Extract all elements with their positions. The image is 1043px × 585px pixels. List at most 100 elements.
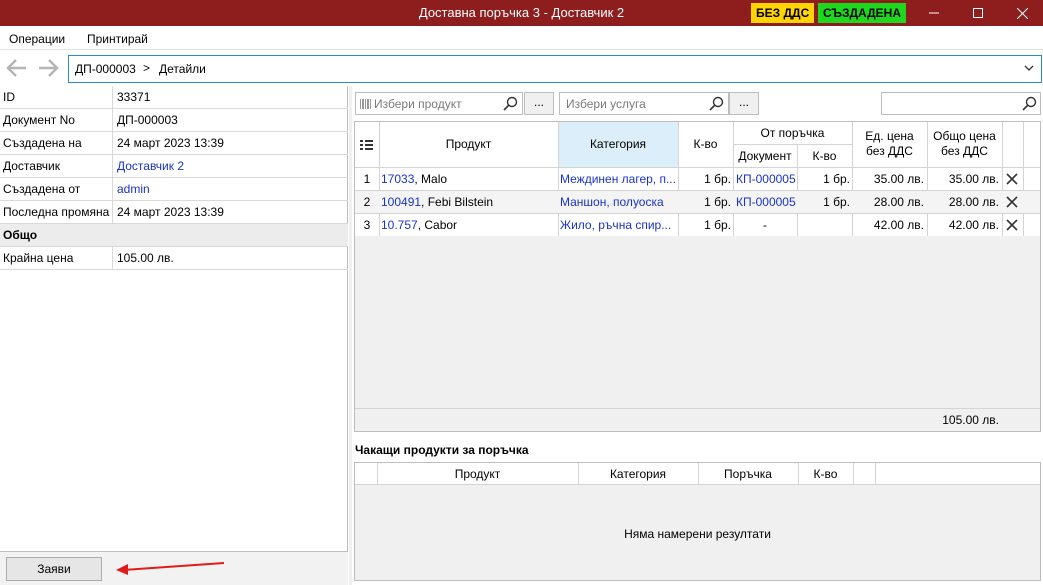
document-link[interactable]: КП-000005	[736, 195, 797, 209]
group-title: Общо	[3, 228, 38, 242]
detail-label: Документ No	[3, 113, 75, 127]
product-code-link[interactable]: 17033	[381, 172, 414, 186]
qty-cell[interactable]: 1 бр.	[678, 218, 731, 232]
order-qty-cell: 1 бр.	[823, 195, 850, 209]
submit-order-button[interactable]: Заяви	[6, 557, 102, 581]
maximize-icon	[973, 8, 983, 18]
header-product[interactable]: Продукт	[379, 137, 558, 152]
minimize-button[interactable]	[912, 0, 956, 26]
unit-price-cell[interactable]: 28.00 лв.	[852, 195, 924, 209]
header-total-price-line2: без ДДС	[941, 144, 988, 158]
breadcrumb[interactable]: ДП-000003 > Детайли	[68, 55, 1042, 83]
total-price-cell: 35.00 лв.	[948, 172, 999, 186]
header-category[interactable]: Категория	[558, 137, 678, 152]
breadcrumb-document[interactable]: ДП-000003	[75, 62, 136, 76]
supplier-link[interactable]: Доставчик 2	[117, 159, 184, 173]
menu-operations[interactable]: Операции	[7, 26, 67, 50]
detail-label: Крайна цена	[3, 251, 74, 265]
product-name: , Cabor	[417, 218, 458, 232]
detail-label: Доставчик	[3, 159, 61, 173]
details-panel: ID 33371 Документ No ДП-000003 Създадена…	[0, 86, 348, 585]
delete-row-icon[interactable]	[1006, 219, 1018, 231]
table-row[interactable]: 2 100491, Febi Bilstein Маншон, полуоска…	[355, 191, 1040, 213]
chevron-down-icon[interactable]	[1023, 61, 1035, 75]
row-number: 1	[363, 172, 371, 186]
header-qty[interactable]: К-во	[678, 137, 733, 152]
header-total-price[interactable]: Общо цена без ДДС	[927, 129, 1002, 159]
close-icon	[1016, 7, 1028, 19]
detail-label: Последна промяна	[3, 205, 110, 219]
menu-print[interactable]: Принтирай	[85, 26, 150, 50]
breadcrumb-separator: >	[143, 61, 151, 75]
product-name: , Febi Bilstein	[421, 195, 494, 209]
barcode-icon	[360, 99, 371, 109]
product-browse-button[interactable]: ...	[524, 92, 554, 115]
document-link[interactable]: КП-000005	[736, 172, 797, 186]
grid-search-input[interactable]	[881, 92, 1041, 115]
service-browse-button[interactable]: ...	[729, 92, 759, 115]
category-link[interactable]: Междинен лагер, п...	[560, 172, 677, 186]
empty-message: Няма намерени резултати	[624, 527, 771, 541]
total-price-cell: 42.00 лв.	[948, 218, 999, 232]
column-chooser-icon[interactable]	[360, 139, 373, 151]
status-badge: СЪЗДАДЕНА	[818, 3, 907, 23]
product-cell: 100491, Febi Bilstein	[381, 195, 556, 209]
qty-cell[interactable]: 1 бр.	[678, 195, 731, 209]
unit-price-cell[interactable]: 42.00 лв.	[852, 218, 924, 232]
created-by-link[interactable]: admin	[117, 182, 150, 196]
detail-label: ID	[3, 90, 15, 104]
pending-grid: Продукт Категория Поръчка К-во Няма наме…	[354, 462, 1041, 581]
table-row[interactable]: 3 10.757, Cabor Жило, ръчна спир... 1 бр…	[355, 214, 1040, 236]
search-icon[interactable]	[709, 96, 724, 111]
vat-badge: БЕЗ ДДС	[751, 3, 815, 23]
product-picker[interactable]: Избери продукт	[355, 92, 523, 115]
qty-cell[interactable]: 1 бр.	[678, 172, 731, 186]
pending-header-category[interactable]: Категория	[578, 467, 698, 482]
pending-section-title: Чакащи продукти за поръчка	[355, 443, 529, 457]
header-document[interactable]: Документ	[733, 149, 797, 164]
product-code-link[interactable]: 10.757	[381, 218, 418, 232]
product-code-link[interactable]: 100491	[381, 195, 421, 209]
detail-value: 33371	[117, 90, 151, 104]
detail-value: 105.00 лв.	[117, 251, 174, 265]
search-icon[interactable]	[503, 96, 518, 111]
delete-row-icon[interactable]	[1006, 173, 1018, 185]
detail-row-id: ID 33371	[0, 86, 348, 109]
service-picker-placeholder: Избери услуга	[566, 97, 646, 111]
pending-header-order[interactable]: Поръчка	[698, 467, 798, 482]
pending-header-product[interactable]: Продукт	[377, 467, 578, 482]
panel-splitter[interactable]	[349, 86, 352, 585]
search-icon[interactable]	[1022, 96, 1037, 111]
pending-grid-header: Продукт Категория Поръчка К-во	[355, 463, 1040, 485]
close-button[interactable]	[1000, 0, 1043, 26]
header-unit-price[interactable]: Ед. цена без ДДС	[852, 129, 927, 159]
grid-empty-area	[355, 236, 1040, 408]
items-grid: Продукт Категория К-во От поръчка Докуме…	[354, 121, 1041, 432]
unit-price-cell[interactable]: 35.00 лв.	[852, 172, 924, 186]
category-link[interactable]: Маншон, полуоска	[560, 195, 677, 209]
annotation-arrow-icon	[116, 562, 225, 575]
service-picker[interactable]: Избери услуга	[559, 92, 729, 115]
group-header-total: Общо	[0, 224, 348, 247]
footer-total: 105.00 лв.	[942, 413, 999, 427]
header-unit-price-line2: без ДДС	[866, 144, 913, 158]
header-from-order: От поръчка	[760, 126, 825, 140]
pending-header-qty[interactable]: К-во	[798, 467, 853, 482]
product-cell: 10.757, Cabor	[381, 218, 556, 232]
product-name: , Malo	[414, 172, 448, 186]
forward-arrow-icon[interactable]	[36, 58, 60, 78]
back-arrow-icon[interactable]	[5, 58, 29, 78]
detail-row-final-price: Крайна цена 105.00 лв.	[0, 247, 348, 270]
detail-row-document-no: Документ No ДП-000003	[0, 109, 348, 132]
category-link[interactable]: Жило, ръчна спир...	[560, 218, 677, 232]
row-number: 3	[363, 218, 371, 232]
header-order-qty[interactable]: К-во	[797, 149, 852, 164]
detail-label: Създадена на	[3, 136, 82, 150]
minimize-icon	[929, 12, 939, 14]
detail-value: 24 март 2023 13:39	[117, 136, 224, 150]
maximize-button[interactable]	[956, 0, 1000, 26]
table-row[interactable]: 1 17033, Malo Междинен лагер, п... 1 бр.…	[355, 168, 1040, 190]
title-bar: Доставна поръчка 3 - Доставчик 2 БЕЗ ДДС…	[0, 0, 1043, 26]
detail-value: ДП-000003	[117, 113, 178, 127]
delete-row-icon[interactable]	[1006, 196, 1018, 208]
